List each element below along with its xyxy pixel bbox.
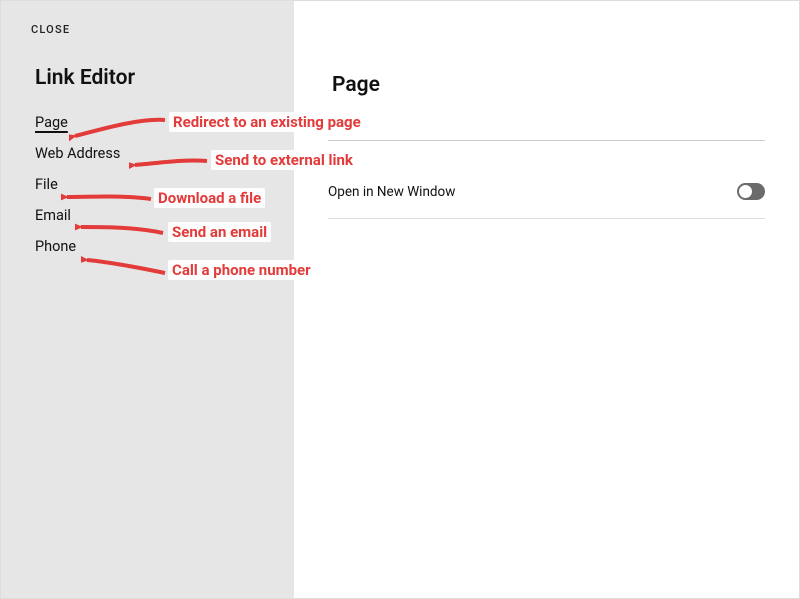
main-panel-title: Page bbox=[294, 1, 799, 97]
open-new-window-row: Open in New Window bbox=[328, 183, 765, 219]
main-panel: Page PAGE Open in New Window bbox=[294, 1, 799, 598]
nav-item-email[interactable]: Email bbox=[35, 207, 71, 224]
nav-item-web-address[interactable]: Web Address bbox=[35, 145, 120, 162]
nav-item-phone[interactable]: Phone bbox=[35, 238, 76, 255]
nav-item-file[interactable]: File bbox=[35, 176, 58, 193]
open-new-window-label: Open in New Window bbox=[328, 184, 455, 200]
page-field-input-line[interactable] bbox=[328, 130, 765, 141]
sidebar: CLOSE Link Editor Page Web Address File … bbox=[1, 1, 294, 598]
page-field-label: PAGE bbox=[328, 119, 765, 128]
close-button[interactable]: CLOSE bbox=[1, 1, 70, 36]
page-field[interactable]: PAGE bbox=[328, 119, 765, 141]
open-new-window-toggle[interactable] bbox=[737, 183, 765, 200]
link-editor-dialog: CLOSE Link Editor Page Web Address File … bbox=[0, 0, 800, 599]
link-type-nav: Page Web Address File Email Phone bbox=[1, 90, 294, 255]
toggle-knob bbox=[739, 185, 752, 198]
nav-item-page[interactable]: Page bbox=[35, 114, 68, 131]
sidebar-title: Link Editor bbox=[1, 36, 294, 90]
